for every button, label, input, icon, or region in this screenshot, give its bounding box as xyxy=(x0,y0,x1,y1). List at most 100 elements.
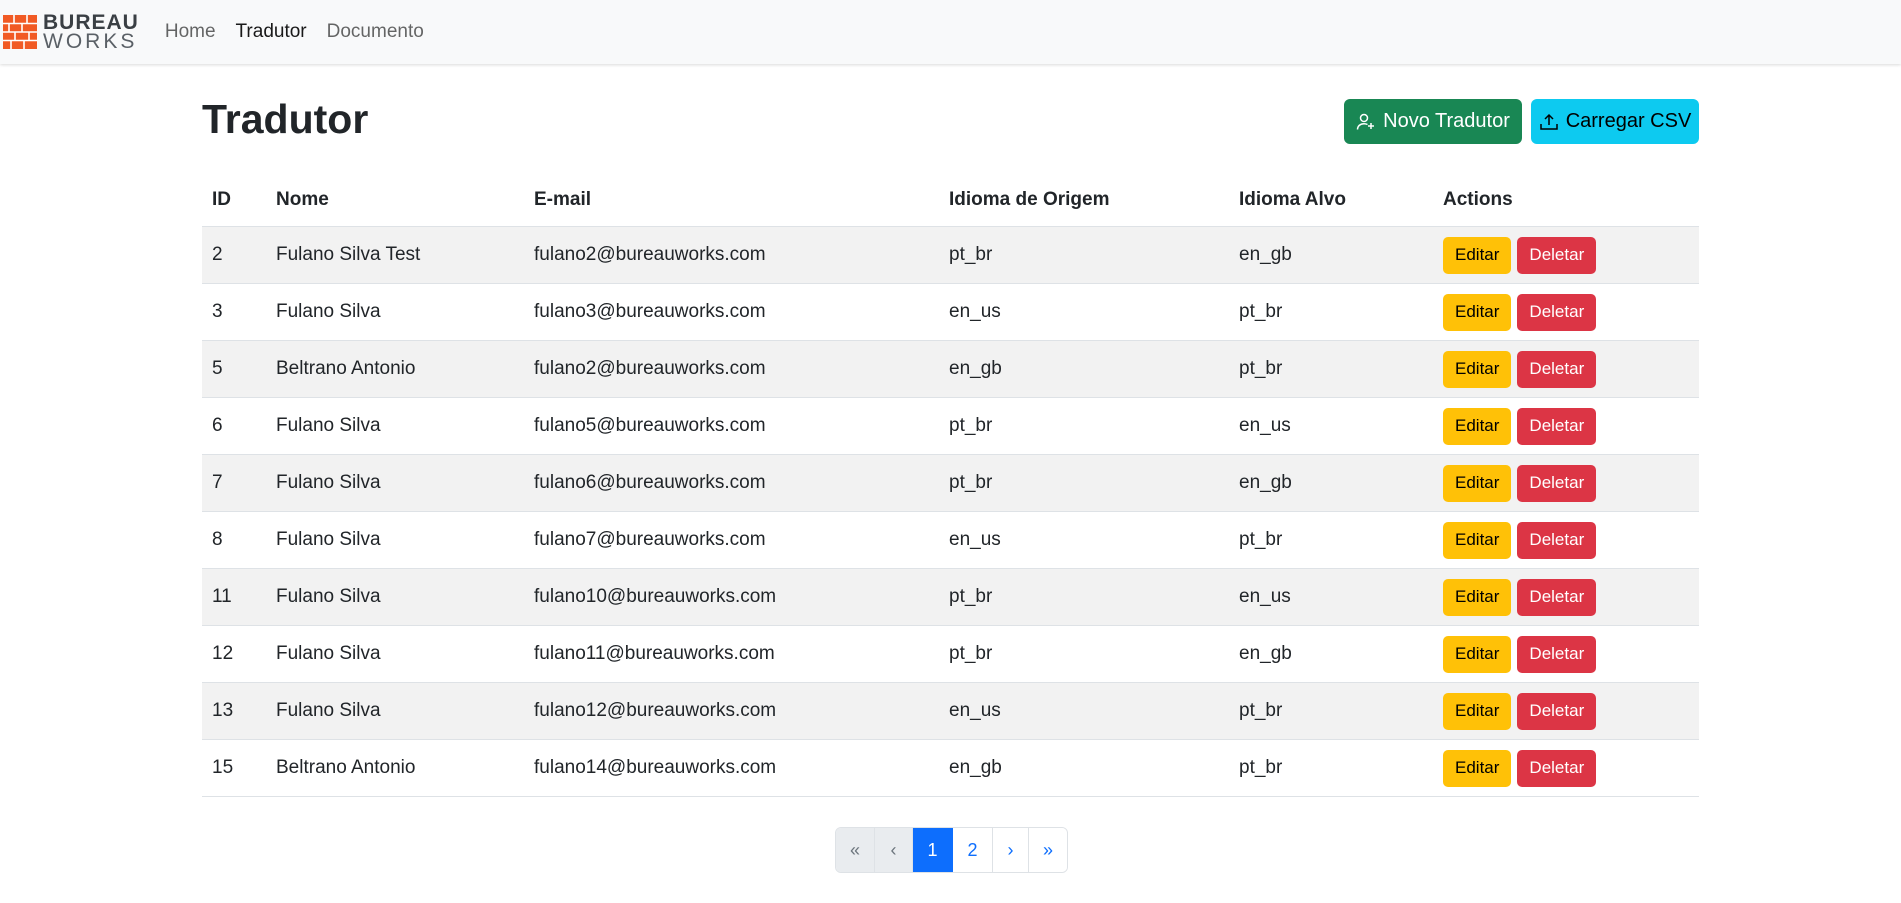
edit-button[interactable]: Editar xyxy=(1443,293,1512,331)
edit-button[interactable]: Editar xyxy=(1443,749,1512,787)
new-translator-label: Novo Tradutor xyxy=(1383,110,1510,132)
cell-actions: Editar Deletar xyxy=(1433,397,1699,455)
cell-id: 6 xyxy=(202,397,266,455)
cell-id: 8 xyxy=(202,511,266,569)
table-header-row: ID Nome E-mail Idioma de Origem Idioma A… xyxy=(202,174,1699,227)
pagination-next-button[interactable]: › xyxy=(993,828,1029,872)
header-nome: Nome xyxy=(266,174,524,227)
cell-alvo: pt_br xyxy=(1229,340,1433,398)
delete-button[interactable]: Deletar xyxy=(1517,578,1597,616)
brand-text-bottom: WORKS xyxy=(43,30,138,53)
cell-email: fulano6@bureauworks.com xyxy=(524,454,939,512)
cell-nome: Fulano Silva xyxy=(266,682,524,740)
cell-nome: Beltrano Antonio xyxy=(266,739,524,797)
nav-link-documento[interactable]: Documento xyxy=(327,21,424,43)
cell-nome: Fulano Silva xyxy=(266,511,524,569)
table-row: 13 Fulano Silva fulano12@bureauworks.com… xyxy=(202,682,1699,740)
person-add-icon xyxy=(1356,113,1375,130)
header-email: E-mail xyxy=(524,174,939,227)
brand-logo[interactable]: BUREAU WORKS xyxy=(3,12,139,52)
delete-button[interactable]: Deletar xyxy=(1517,236,1597,274)
header-idioma-alvo: Idioma Alvo xyxy=(1229,174,1433,227)
cell-email: fulano5@bureauworks.com xyxy=(524,397,939,455)
cell-email: fulano14@bureauworks.com xyxy=(524,739,939,797)
cell-id: 5 xyxy=(202,340,266,398)
cell-alvo: en_us xyxy=(1229,568,1433,626)
cell-actions: Editar Deletar xyxy=(1433,625,1699,683)
cell-nome: Beltrano Antonio xyxy=(266,340,524,398)
upload-csv-label: Carregar CSV xyxy=(1565,110,1692,132)
new-translator-button[interactable]: Novo Tradutor xyxy=(1344,99,1522,144)
cell-email: fulano7@bureauworks.com xyxy=(524,511,939,569)
edit-button[interactable]: Editar xyxy=(1443,236,1512,274)
pagination-last-button[interactable]: » xyxy=(1029,828,1067,872)
cell-origem: pt_br xyxy=(939,397,1229,455)
cell-id: 3 xyxy=(202,283,266,341)
table-row: 7 Fulano Silva fulano6@bureauworks.com p… xyxy=(202,454,1699,512)
upload-icon xyxy=(1539,113,1558,130)
nav-links: Home Tradutor Documento xyxy=(165,21,424,43)
table-body: 2 Fulano Silva Test fulano2@bureauworks.… xyxy=(202,226,1699,797)
cell-id: 13 xyxy=(202,682,266,740)
cell-nome: Fulano Silva xyxy=(266,454,524,512)
table-row: 6 Fulano Silva fulano5@bureauworks.com p… xyxy=(202,397,1699,455)
cell-email: fulano3@bureauworks.com xyxy=(524,283,939,341)
cell-origem: pt_br xyxy=(939,568,1229,626)
delete-button[interactable]: Deletar xyxy=(1517,692,1597,730)
cell-id: 12 xyxy=(202,625,266,683)
cell-actions: Editar Deletar xyxy=(1433,739,1699,797)
delete-button[interactable]: Deletar xyxy=(1517,464,1597,502)
upload-csv-button[interactable]: Carregar CSV xyxy=(1531,99,1699,144)
cell-email: fulano10@bureauworks.com xyxy=(524,568,939,626)
delete-button[interactable]: Deletar xyxy=(1517,635,1597,673)
edit-button[interactable]: Editar xyxy=(1443,635,1512,673)
pagination-first-button[interactable]: « xyxy=(836,828,875,872)
cell-actions: Editar Deletar xyxy=(1433,454,1699,512)
cell-email: fulano2@bureauworks.com xyxy=(524,340,939,398)
cell-actions: Editar Deletar xyxy=(1433,340,1699,398)
page-title: Tradutor xyxy=(202,96,369,142)
delete-button[interactable]: Deletar xyxy=(1517,293,1597,331)
table-row: 11 Fulano Silva fulano10@bureauworks.com… xyxy=(202,568,1699,626)
pagination-page-1[interactable]: 1 xyxy=(913,828,953,872)
cell-origem: en_gb xyxy=(939,340,1229,398)
cell-alvo: pt_br xyxy=(1229,511,1433,569)
edit-button[interactable]: Editar xyxy=(1443,578,1512,616)
table-row: 12 Fulano Silva fulano11@bureauworks.com… xyxy=(202,625,1699,683)
header-idioma-origem: Idioma de Origem xyxy=(939,174,1229,227)
table-row: 3 Fulano Silva fulano3@bureauworks.com e… xyxy=(202,283,1699,341)
cell-alvo: en_gb xyxy=(1229,454,1433,512)
cell-id: 11 xyxy=(202,568,266,626)
cell-nome: Fulano Silva xyxy=(266,625,524,683)
cell-alvo: pt_br xyxy=(1229,682,1433,740)
edit-button[interactable]: Editar xyxy=(1443,692,1512,730)
pagination-prev-button[interactable]: ‹ xyxy=(875,828,913,872)
edit-button[interactable]: Editar xyxy=(1443,350,1512,388)
header-id: ID xyxy=(202,174,266,227)
delete-button[interactable]: Deletar xyxy=(1517,749,1597,787)
edit-button[interactable]: Editar xyxy=(1443,521,1512,559)
nav-link-home[interactable]: Home xyxy=(165,21,216,43)
cell-alvo: pt_br xyxy=(1229,739,1433,797)
cell-origem: pt_br xyxy=(939,625,1229,683)
brand-text: BUREAU WORKS xyxy=(43,12,139,53)
cell-alvo: en_us xyxy=(1229,397,1433,455)
delete-button[interactable]: Deletar xyxy=(1517,350,1597,388)
cell-origem: en_gb xyxy=(939,739,1229,797)
pagination-page-2[interactable]: 2 xyxy=(953,828,993,872)
cell-email: fulano11@bureauworks.com xyxy=(524,625,939,683)
cell-id: 7 xyxy=(202,454,266,512)
cell-email: fulano2@bureauworks.com xyxy=(524,226,939,284)
table-row: 2 Fulano Silva Test fulano2@bureauworks.… xyxy=(202,226,1699,284)
edit-button[interactable]: Editar xyxy=(1443,407,1512,445)
delete-button[interactable]: Deletar xyxy=(1517,407,1597,445)
cell-actions: Editar Deletar xyxy=(1433,511,1699,569)
table-row: 15 Beltrano Antonio fulano14@bureauworks… xyxy=(202,739,1699,797)
cell-actions: Editar Deletar xyxy=(1433,568,1699,626)
delete-button[interactable]: Deletar xyxy=(1517,521,1597,559)
page-header: Tradutor Novo Tradutor Carregar CSV xyxy=(202,92,1699,152)
cell-nome: Fulano Silva xyxy=(266,397,524,455)
nav-link-tradutor[interactable]: Tradutor xyxy=(236,21,307,43)
edit-button[interactable]: Editar xyxy=(1443,464,1512,502)
cell-actions: Editar Deletar xyxy=(1433,226,1699,284)
